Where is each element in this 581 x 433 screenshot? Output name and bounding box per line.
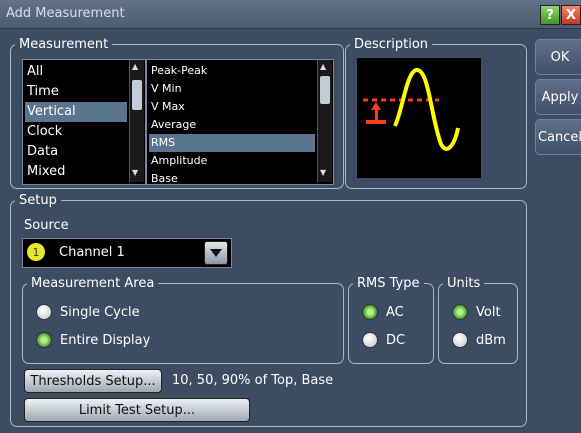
- type-scrollbar[interactable]: ▲ ▼: [317, 60, 332, 182]
- rms-option-ac[interactable]: AC: [362, 304, 404, 320]
- help-button[interactable]: ?: [540, 5, 560, 25]
- apply-button[interactable]: Apply: [535, 79, 581, 115]
- rms-type-legend: RMS Type: [357, 276, 420, 291]
- radio-label: Entire Display: [60, 332, 151, 348]
- source-label: Source: [24, 218, 69, 233]
- chevron-down-icon: [210, 249, 222, 257]
- type-item[interactable]: Amplitude: [149, 152, 315, 170]
- thresholds-summary: 10, 50, 90% of Top, Base: [172, 373, 334, 388]
- category-list[interactable]: All Time Vertical Clock Data Mixed ▲ ▼: [22, 59, 146, 185]
- type-item-selected[interactable]: RMS: [149, 134, 315, 152]
- category-scrollbar[interactable]: ▲ ▼: [129, 60, 144, 182]
- type-item[interactable]: V Max: [149, 98, 315, 116]
- description-legend: Description: [354, 37, 429, 52]
- description-preview: [357, 58, 481, 178]
- scroll-down-icon[interactable]: ▼: [132, 168, 138, 177]
- area-option-single-cycle[interactable]: Single Cycle: [36, 304, 140, 320]
- category-item[interactable]: Clock: [25, 122, 127, 142]
- radio-on-icon: [452, 304, 468, 320]
- measurement-area-legend: Measurement Area: [31, 276, 155, 291]
- units-option-volt[interactable]: Volt: [452, 304, 501, 320]
- units-group: Units: [438, 276, 518, 364]
- radio-off-icon: [362, 332, 378, 348]
- source-dropdown[interactable]: 1 Channel 1: [22, 238, 232, 268]
- measurement-legend: Measurement: [19, 37, 109, 52]
- window-title: Add Measurement: [6, 6, 125, 21]
- thresholds-setup-button[interactable]: Thresholds Setup...: [24, 369, 162, 393]
- rms-type-group: RMS Type: [348, 276, 434, 364]
- rms-waveform-icon: [363, 67, 460, 151]
- channel-badge: 1: [27, 243, 45, 261]
- category-item[interactable]: Data: [25, 142, 127, 162]
- title-bar: Add Measurement ? X: [0, 0, 581, 29]
- dropdown-button[interactable]: [204, 241, 228, 265]
- close-button[interactable]: X: [561, 5, 581, 25]
- scroll-down-icon[interactable]: ▼: [320, 168, 326, 177]
- scroll-thumb[interactable]: [132, 80, 142, 110]
- setup-legend: Setup: [19, 193, 57, 208]
- scroll-thumb[interactable]: [320, 76, 330, 104]
- radio-label: DC: [386, 332, 406, 348]
- radio-on-icon: [362, 304, 378, 320]
- type-item[interactable]: Peak-Peak: [149, 62, 315, 80]
- type-item[interactable]: V Min: [149, 80, 315, 98]
- type-item[interactable]: Average: [149, 116, 315, 134]
- category-item[interactable]: All: [25, 62, 127, 82]
- radio-off-icon: [452, 332, 468, 348]
- radio-label: Single Cycle: [60, 304, 140, 320]
- cancel-button[interactable]: Cancel: [535, 119, 581, 155]
- limit-test-setup-button[interactable]: Limit Test Setup...: [24, 398, 250, 422]
- scroll-up-icon[interactable]: ▲: [320, 62, 326, 71]
- measurement-type-list[interactable]: Peak-Peak V Min V Max Average RMS Amplit…: [146, 59, 334, 185]
- rms-option-dc[interactable]: DC: [362, 332, 405, 348]
- units-option-dbm[interactable]: dBm: [452, 332, 506, 348]
- measurement-area-group: Measurement Area: [22, 276, 344, 364]
- source-value: Channel 1: [59, 245, 125, 260]
- ok-button[interactable]: OK: [535, 39, 581, 75]
- units-legend: Units: [447, 276, 481, 291]
- radio-off-icon: [36, 304, 52, 320]
- radio-on-icon: [36, 332, 52, 348]
- scroll-up-icon[interactable]: ▲: [132, 62, 138, 71]
- category-item-selected[interactable]: Vertical: [25, 102, 127, 122]
- category-item[interactable]: Mixed: [25, 162, 127, 182]
- area-option-entire-display[interactable]: Entire Display: [36, 332, 150, 348]
- radio-label: dBm: [476, 332, 506, 348]
- radio-label: Volt: [476, 304, 501, 320]
- category-item[interactable]: Time: [25, 82, 127, 102]
- radio-label: AC: [386, 304, 404, 320]
- type-item[interactable]: Base: [149, 170, 315, 182]
